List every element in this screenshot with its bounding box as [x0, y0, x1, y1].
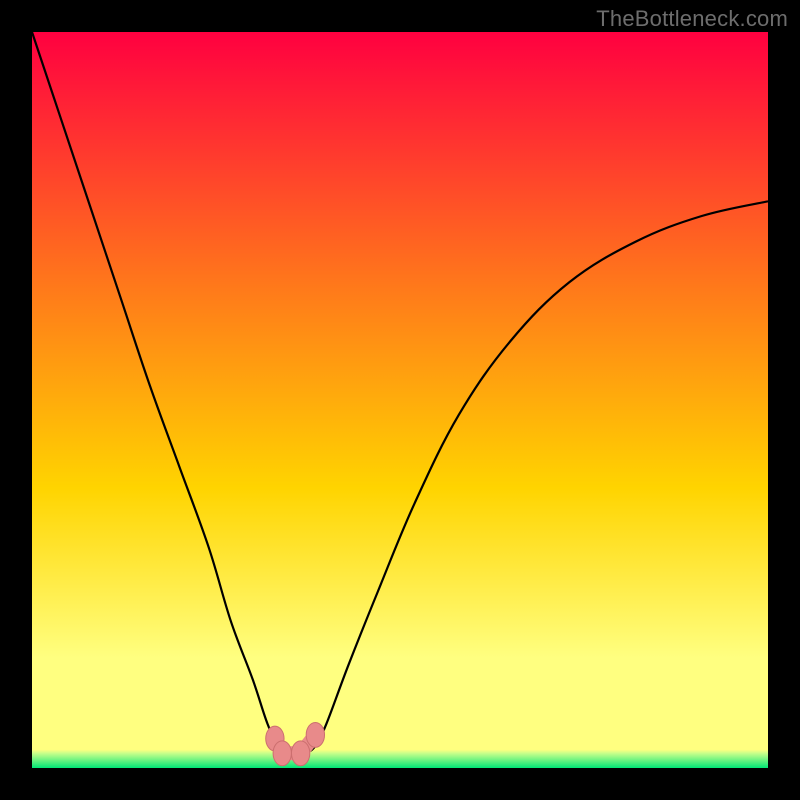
chart-container: { "watermark": "TheBottleneck.com", "col… — [0, 0, 800, 800]
marker-right — [306, 722, 324, 747]
marker-mid2 — [291, 741, 309, 766]
bottleneck-chart — [0, 0, 800, 800]
plot-background — [32, 32, 768, 768]
marker-mid1 — [273, 741, 291, 766]
watermark-text: TheBottleneck.com — [596, 6, 788, 32]
